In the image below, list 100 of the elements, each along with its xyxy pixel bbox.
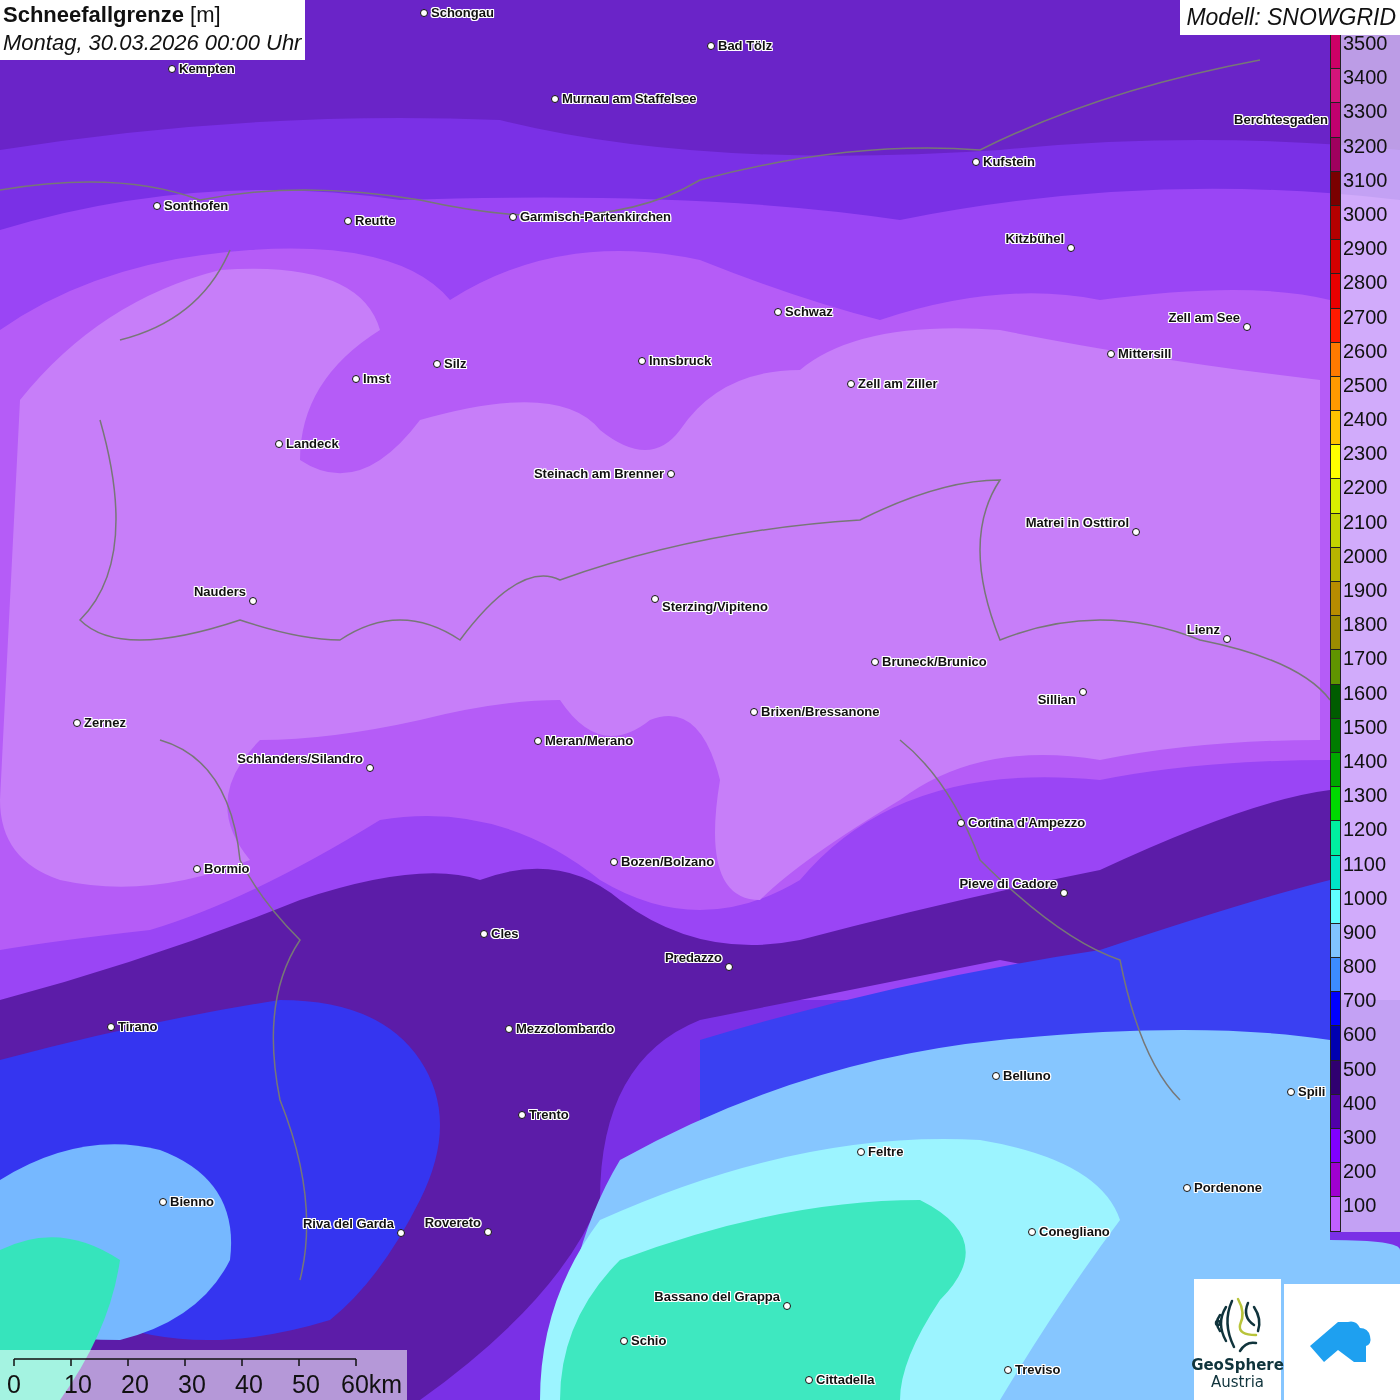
city-marker-icon	[1183, 1184, 1191, 1192]
city-marker-icon	[857, 1148, 865, 1156]
city-marker-icon	[620, 1337, 628, 1345]
legend-label: 3400	[1343, 67, 1388, 88]
city-marker-icon	[805, 1376, 813, 1384]
city-label: Silz	[444, 356, 467, 371]
city-label: Mezzolombardo	[516, 1021, 615, 1036]
city-marker-icon	[153, 202, 161, 210]
city-label: Kempten	[179, 61, 235, 76]
date-label: Montag, 30.03.2026 00:00 Uhr	[3, 30, 302, 56]
city-label: Conegliano	[1039, 1224, 1110, 1239]
legend-label: 1500	[1343, 716, 1388, 737]
city-label: Zell am Ziller	[858, 376, 938, 391]
city-label: Bad Tölz	[718, 38, 773, 53]
city-marker-icon	[505, 1025, 513, 1033]
city-marker-icon	[725, 963, 733, 971]
city-marker-icon	[992, 1072, 1000, 1080]
legend-label: 3300	[1343, 101, 1388, 122]
legend-label: 3500	[1343, 33, 1388, 53]
city-marker-icon	[972, 158, 980, 166]
city-label: Cortina d'Ampezzo	[968, 815, 1086, 830]
city-label: Treviso	[1015, 1362, 1061, 1377]
city-label: Bormio	[204, 861, 250, 876]
legend-label: 200	[1343, 1161, 1377, 1182]
city-label: Berchtesgaden	[1234, 112, 1328, 127]
map-title: Schneefallgrenze [m]	[3, 2, 222, 28]
city-label: Spili	[1298, 1084, 1326, 1099]
city-marker-icon	[551, 95, 559, 103]
city-marker-icon	[366, 764, 374, 772]
city-marker-icon	[750, 708, 758, 716]
legend-label: 1100	[1343, 853, 1386, 874]
city-marker-icon	[1107, 350, 1115, 358]
city-marker-icon	[610, 858, 618, 866]
city-label: Pordenone	[1194, 1180, 1262, 1195]
city-label: Murnau am Staffelsee	[562, 91, 697, 106]
city-label: Garmisch-Partenkirchen	[520, 209, 671, 224]
city-label: Kufstein	[983, 154, 1035, 169]
legend-label: 1200	[1343, 819, 1388, 840]
city-marker-icon	[73, 719, 81, 727]
scale-label: 50	[292, 1370, 320, 1398]
city-label: Pieve di Cadore	[959, 876, 1057, 891]
city-marker-icon	[651, 595, 659, 603]
city-marker-icon	[433, 360, 441, 368]
logo-subtitle: Austria	[1211, 1374, 1264, 1391]
legend-label: 2700	[1343, 306, 1388, 327]
model-label: Modell: SNOWGRID	[1180, 0, 1400, 35]
city-label: Zell am See	[1168, 310, 1240, 325]
city-marker-icon	[1028, 1228, 1036, 1236]
city-marker-icon	[484, 1228, 492, 1236]
city-label: Schongau	[431, 5, 494, 20]
city-marker-icon	[783, 1302, 791, 1310]
city-marker-icon	[518, 1111, 526, 1119]
legend-label: 400	[1343, 1092, 1377, 1113]
city-marker-icon	[638, 357, 646, 365]
legend-label: 1300	[1343, 785, 1388, 806]
city-label: Kitzbühel	[1005, 231, 1064, 246]
scale-label: 20	[121, 1370, 149, 1398]
legend-label: 2000	[1343, 545, 1388, 566]
legend-label: 300	[1343, 1127, 1377, 1147]
legend-label: 800	[1343, 956, 1377, 977]
city-marker-icon	[957, 819, 965, 827]
city-label: Bassano del Grappa	[654, 1289, 780, 1304]
city-label: Cittadella	[816, 1372, 875, 1387]
city-marker-icon	[1132, 528, 1140, 536]
city-marker-icon	[107, 1023, 115, 1031]
city-marker-icon	[1223, 635, 1231, 643]
legend-label: 1900	[1343, 580, 1388, 600]
city-label: Riva del Garda	[302, 1216, 394, 1231]
city-marker-icon	[480, 930, 488, 938]
legend-label: 2800	[1343, 272, 1388, 293]
city-marker-icon	[420, 9, 428, 17]
city-label: Rovereto	[424, 1215, 481, 1230]
city-label: Cles	[491, 926, 519, 941]
legend-label: 2400	[1343, 409, 1388, 430]
legend-label: 3000	[1343, 203, 1388, 224]
logo-name: GeoSphere	[1191, 1357, 1284, 1374]
legend-label: 900	[1343, 921, 1377, 942]
city-marker-icon	[352, 375, 360, 383]
city-label: Tirano	[118, 1019, 158, 1034]
scale-label: 10	[64, 1370, 92, 1398]
legend-label: 500	[1343, 1058, 1377, 1079]
city-marker-icon	[707, 42, 715, 50]
city-marker-icon	[1243, 323, 1251, 331]
city-label: Bozen/Bolzano	[621, 854, 715, 869]
city-marker-icon	[1060, 889, 1068, 897]
city-label: Bienno	[170, 1194, 215, 1209]
legend-label: 2200	[1343, 477, 1388, 498]
legend-label: 700	[1343, 990, 1377, 1011]
city-marker-icon	[1079, 688, 1087, 696]
scale-label: 60km	[341, 1370, 403, 1398]
city-label: Trento	[529, 1107, 569, 1122]
city-label: Feltre	[868, 1144, 904, 1159]
city-label: Zernez	[84, 715, 126, 730]
city-label: Landeck	[286, 436, 339, 451]
scale-label: 0	[7, 1370, 21, 1398]
legend-label: 1800	[1343, 614, 1388, 635]
legend-label: 2600	[1343, 340, 1388, 361]
city-label: Matrei in Osttirol	[1025, 515, 1129, 530]
legend-label: 1600	[1343, 682, 1388, 703]
scale-label: 30	[178, 1370, 206, 1398]
